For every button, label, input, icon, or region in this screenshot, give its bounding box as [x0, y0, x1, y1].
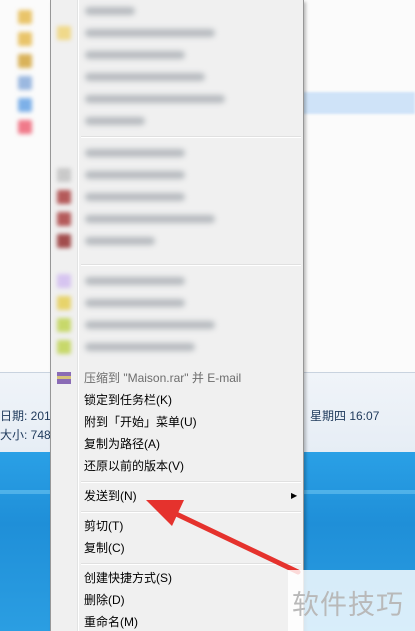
winrar-archive-icon	[57, 372, 71, 384]
menu-item-pin-start[interactable]: 附到「开始」菜单(U)	[51, 411, 303, 433]
menu-item-label: 剪切(T)	[84, 519, 124, 533]
menu-item-label: 还原以前的版本(V)	[84, 459, 184, 473]
status-date-label: 日期: 201	[0, 409, 51, 423]
menu-item-label: 复制(C)	[84, 541, 125, 555]
menu-item-icon	[57, 318, 71, 332]
menu-item-rename[interactable]: 重命名(M)	[51, 611, 303, 631]
blurred-menu-item[interactable]	[51, 270, 303, 292]
blurred-menu-item[interactable]	[51, 186, 303, 208]
blurred-menu-item[interactable]	[51, 44, 303, 66]
menu-item-cut[interactable]: 剪切(T)	[51, 515, 303, 537]
menu-item-pin-taskbar[interactable]: 锁定到任务栏(K)	[51, 389, 303, 411]
folder-icon	[18, 32, 32, 46]
blurred-menu-item[interactable]	[51, 208, 303, 230]
menu-item-copy-as-path[interactable]: 复制为路径(A)	[51, 433, 303, 455]
menu-item-label: 创建快捷方式(S)	[84, 571, 172, 585]
menu-item-label: 锁定到任务栏(K)	[84, 393, 172, 407]
menu-item-icon	[57, 212, 71, 226]
menu-separator	[81, 563, 301, 565]
blurred-menu-item[interactable]	[51, 22, 303, 44]
folder-icon	[18, 10, 32, 24]
file-icon	[18, 120, 32, 134]
menu-item-icon	[57, 296, 71, 310]
menu-item-icon	[57, 168, 71, 182]
menu-separator	[81, 511, 301, 513]
menu-item-icon	[57, 274, 71, 288]
blurred-menu-item[interactable]	[51, 88, 303, 110]
menu-item-delete[interactable]: 删除(D)	[51, 589, 303, 611]
menu-item-label: 删除(D)	[84, 593, 125, 607]
folder-icon	[18, 54, 32, 68]
menu-item-create-shortcut[interactable]: 创建快捷方式(S)	[51, 567, 303, 589]
menu-separator	[81, 264, 301, 266]
status-date-value: 星期四 16:07	[310, 409, 380, 423]
file-icon	[18, 98, 32, 112]
menu-item-copy[interactable]: 复制(C)	[51, 537, 303, 559]
blurred-menu-item[interactable]	[51, 314, 303, 336]
blurred-menu-item[interactable]	[51, 336, 303, 358]
menu-item-label: 重命名(M)	[84, 615, 138, 629]
menu-item-label: 压缩到 "Maison.rar" 并 E-mail	[84, 371, 242, 385]
menu-item-icon	[57, 234, 71, 248]
menu-item-icon	[57, 26, 71, 40]
watermark-text: 软件技巧	[292, 590, 404, 621]
menu-item-label: 附到「开始」菜单(U)	[84, 415, 197, 429]
blurred-menu-item[interactable]	[51, 230, 303, 252]
blurred-menu-item[interactable]	[51, 0, 303, 22]
blurred-menu-item[interactable]	[51, 292, 303, 314]
menu-item-send-to[interactable]: 发送到(N) ▶	[51, 485, 303, 507]
status-size-label: 大小: 748	[0, 428, 51, 442]
file-icon	[18, 76, 32, 90]
context-menu: 压缩到 "Maison.rar" 并 E-mail 锁定到任务栏(K) 附到「开…	[50, 0, 304, 631]
blurred-menu-item[interactable]	[51, 142, 303, 164]
blurred-menu-item[interactable]	[51, 66, 303, 88]
menu-item-restore-previous[interactable]: 还原以前的版本(V)	[51, 455, 303, 477]
menu-item-icon	[57, 340, 71, 354]
watermark: 软件技巧	[288, 570, 415, 631]
menu-item-label: 复制为路径(A)	[84, 437, 160, 451]
menu-separator	[81, 136, 301, 138]
submenu-arrow-icon: ▶	[291, 491, 298, 500]
blurred-menu-item[interactable]	[51, 164, 303, 186]
menu-item-icon	[57, 190, 71, 204]
menu-item-label: 发送到(N)	[84, 489, 137, 503]
menu-item-compress-email[interactable]: 压缩到 "Maison.rar" 并 E-mail	[51, 367, 303, 389]
menu-separator	[81, 481, 301, 483]
blurred-menu-item[interactable]	[51, 110, 303, 132]
